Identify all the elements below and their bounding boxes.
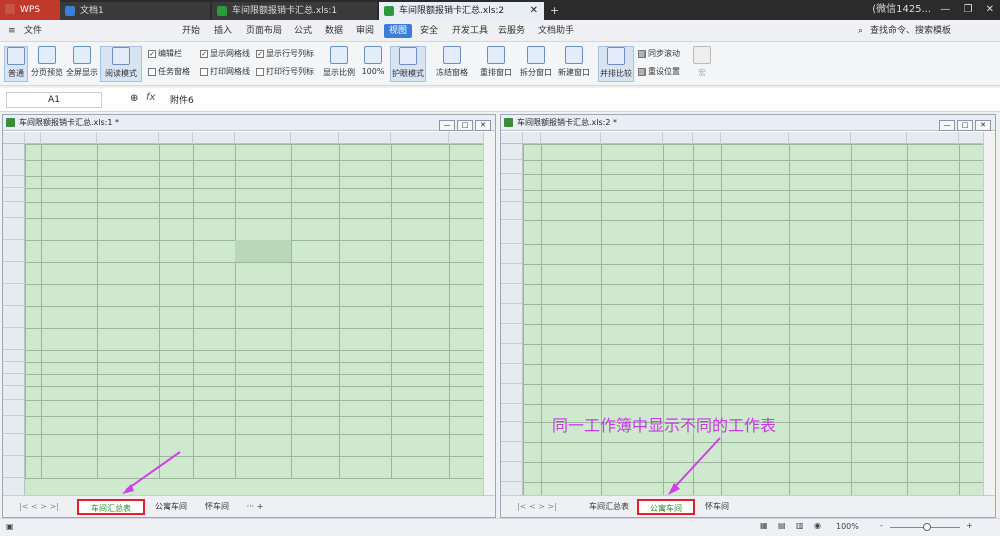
view-normal-icon[interactable]: ▦ (760, 521, 768, 530)
zoom-in-button[interactable]: + (966, 521, 973, 530)
status-icon[interactable]: ▣ (6, 522, 14, 531)
view-page-icon[interactable]: ▤ (778, 521, 786, 530)
eye-icon[interactable]: ◉ (814, 521, 821, 530)
arrow-head-2 (668, 483, 680, 495)
zoom-out-button[interactable]: - (880, 521, 883, 530)
annotation-arrows (122, 437, 721, 495)
view-break-icon[interactable]: ▥ (796, 521, 804, 530)
zoom-slider-thumb[interactable] (923, 523, 931, 531)
arrow-line-1 (125, 451, 181, 491)
arrow-line-2 (671, 437, 721, 491)
zoom-level[interactable]: 100% (836, 522, 859, 531)
status-bar: ▣ ▦ ▤ ▥ ◉ 100% - + (0, 518, 1000, 536)
